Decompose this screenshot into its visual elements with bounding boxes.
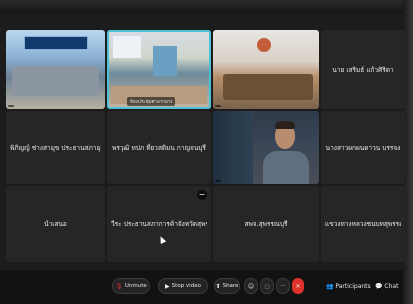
- video-grid: ห้องประชุมศาลากลาง นาย เสริมธ์ แก้วศิริต…: [6, 30, 405, 268]
- participant-tile-name-3[interactable]: พรวุฒิ ทปภ ที่ยวสดิมน กาญจนบุรี: [107, 111, 211, 184]
- person-hair: [275, 121, 295, 129]
- chat-icon: 💬: [375, 283, 383, 290]
- participant-tile-video-1[interactable]: [6, 30, 105, 109]
- person-body: [263, 151, 309, 184]
- stop-video-button[interactable]: ▶ Stop video: [158, 278, 208, 294]
- participant-name: พิภิญญ์ ช่างสามุข ประธานสภาอุตส...: [10, 143, 101, 152]
- chat-label: Chat: [384, 283, 399, 290]
- tile-options-icon[interactable]: −: [197, 190, 207, 200]
- conference-table: [12, 66, 99, 96]
- participant-name-bar: [215, 105, 221, 107]
- room-poster: [153, 46, 177, 76]
- participant-name: พรวุฒิ ทปภ ที่ยวสดิมน กาญจนบุรี: [112, 143, 206, 152]
- unmute-label: Unmute: [124, 283, 147, 289]
- participant-tile-name-5[interactable]: นำเสนอ: [6, 186, 105, 262]
- participants-label: Participants: [335, 283, 371, 290]
- reactions-button[interactable]: ☺: [244, 278, 258, 294]
- participants-button[interactable]: 👥 Participants: [326, 283, 371, 290]
- participant-tile-name-4[interactable]: นางสาวผกผนดาวน บรรจง: [321, 111, 405, 184]
- participant-name: สพจ.สุพรรณบุรี: [244, 220, 288, 228]
- mouse-cursor-icon: [157, 235, 167, 244]
- participant-name: นางสาวผกผนดาวน บรรจง: [325, 143, 401, 152]
- participant-tile-name-1[interactable]: นาย เสริมธ์ แก้วศิริตา: [321, 30, 405, 109]
- room-window: [113, 36, 141, 58]
- monitor-bezel-top: [0, 0, 413, 14]
- share-screen-icon: ⬆: [215, 282, 221, 290]
- meeting-toolbar: 🎙 Unmute ▶ Stop video ⬆ Share ☺ ◌ ··· ✕ …: [0, 270, 403, 304]
- share-button[interactable]: ⬆ Share: [214, 278, 240, 294]
- apps-icon: ◌: [264, 282, 270, 290]
- participant-name-bar: [215, 180, 221, 182]
- participant-name: นาย เสริมธ์ แก้วศิริตา: [332, 65, 394, 74]
- close-icon: ✕: [295, 282, 301, 290]
- participant-tile-name-2[interactable]: พิภิญญ์ ช่างสามุข ประธานสภาอุตส...: [6, 111, 105, 184]
- chat-button[interactable]: 💬 Chat: [375, 283, 398, 290]
- participant-tile-name-7[interactable]: สพจ.สุพรรณบุรี: [213, 186, 319, 262]
- participants-icon: 👥: [326, 283, 334, 290]
- video-camera-icon: ▶: [165, 282, 170, 290]
- bookshelf: [213, 111, 253, 184]
- share-label: Share: [222, 283, 239, 289]
- participant-tile-video-2[interactable]: ห้องประชุมศาลากลาง: [107, 30, 211, 109]
- participant-tile-video-3[interactable]: [213, 30, 319, 109]
- apps-button[interactable]: ◌: [260, 278, 274, 294]
- more-options-button[interactable]: ···: [276, 278, 290, 294]
- microphone-muted-icon: 🎙: [115, 282, 123, 290]
- monitor-frame: ห้องประชุมศาลากลาง นาย เสริมธ์ แก้วศิริต…: [0, 0, 413, 304]
- participant-name-bar: [8, 105, 14, 107]
- participant-tile-name-6[interactable]: วีระ ประธานสภาการค้าจังหวัดสุพรรณ... −: [107, 186, 211, 262]
- participant-tile-video-4[interactable]: [213, 111, 319, 184]
- room-emblem: [257, 38, 271, 52]
- more-options-label: ···: [280, 283, 286, 289]
- unmute-button[interactable]: 🎙 Unmute: [112, 278, 150, 294]
- stop-video-label: Stop video: [171, 283, 201, 289]
- conference-table: [223, 74, 313, 100]
- leave-meeting-button[interactable]: ✕: [292, 278, 304, 294]
- reactions-icon: ☺: [247, 282, 255, 290]
- participant-name-bar: ห้องประชุมศาลากลาง: [127, 97, 176, 106]
- participant-tile-name-8[interactable]: แขวงทางหลวงชนบทสุพรรณบุรี: [321, 186, 405, 262]
- participant-name: แขวงทางหลวงชนบทสุพรรณบุรี: [325, 220, 401, 228]
- participant-name: นำเสนอ: [44, 220, 67, 228]
- participant-name: วีระ ประธานสภาการค้าจังหวัดสุพรรณ...: [111, 220, 207, 228]
- room-screen: [24, 36, 88, 50]
